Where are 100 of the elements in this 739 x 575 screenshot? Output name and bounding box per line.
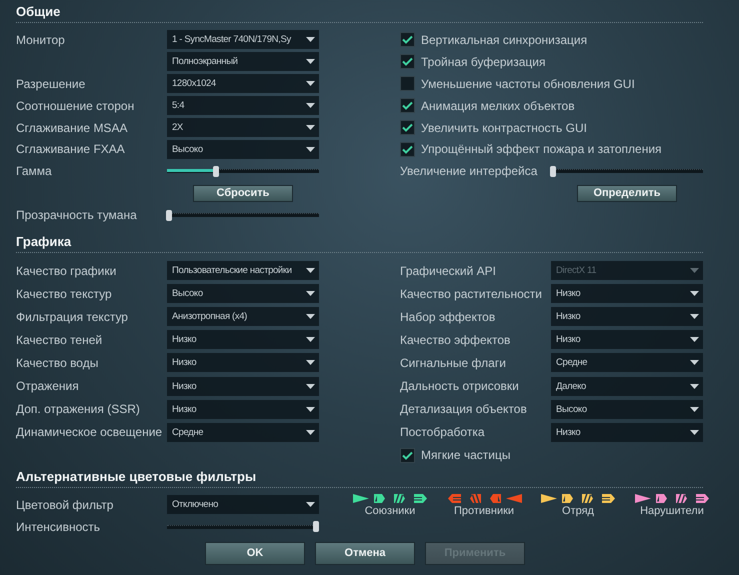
caret-icon: [306, 103, 315, 108]
checkbox-label: Мягкие частицы: [421, 448, 510, 462]
slider[interactable]: [167, 166, 319, 177]
setting-label: Интенсивность: [16, 520, 102, 534]
caret-icon: [690, 360, 699, 366]
setting-label: Сглаживание FXAA: [16, 142, 126, 156]
slider-thumb[interactable]: [213, 166, 220, 177]
checkbox-label: Увеличить контрастность GUI: [421, 120, 587, 134]
section-title: Графика: [16, 234, 72, 250]
setting-label: Качество растительности: [400, 286, 544, 301]
action-button[interactable]: Сбросить: [193, 184, 293, 202]
action-button[interactable]: Определить: [577, 184, 677, 202]
setting-label: Сигнальные флаги: [400, 356, 507, 370]
dropdown[interactable]: Высоко: [167, 284, 319, 304]
setting-label: Набор эффектов: [400, 310, 496, 324]
setting-label: Качество воды: [16, 356, 100, 370]
caret-icon: [690, 314, 699, 320]
dropdown[interactable]: Пользовательские настройки: [167, 261, 319, 280]
caret-icon: [306, 314, 315, 320]
dropdown[interactable]: Средне: [167, 422, 319, 442]
legend-label: Союзники: [364, 504, 416, 517]
caret-icon: [306, 291, 315, 296]
dropdown[interactable]: Низко: [551, 284, 703, 304]
setting-label: Увеличение интерфейса: [400, 164, 538, 178]
caret-icon: [306, 268, 315, 274]
checkbox-label: Уменьшение частоты обновления GUI: [421, 76, 635, 91]
checkbox[interactable]: [400, 76, 415, 92]
caret-icon: [306, 360, 315, 366]
setting-label: Качество графики: [16, 264, 118, 278]
slider-thumb[interactable]: [313, 521, 319, 532]
checkbox-label: Тройная буферизация: [421, 54, 546, 69]
caret-icon: [306, 125, 315, 130]
dropdown[interactable]: Далеко: [551, 376, 703, 396]
dropdown[interactable]: Низко: [167, 376, 319, 396]
checkbox[interactable]: [400, 54, 415, 70]
dropdown[interactable]: 1 - SyncMaster 740N/179N,Sy: [167, 30, 319, 50]
caret-icon: [690, 384, 699, 389]
slider[interactable]: [551, 166, 703, 177]
dropdown[interactable]: Отключено: [167, 495, 319, 514]
caret-icon: [306, 430, 315, 435]
checkbox-label: Упрощённый эффект пожара и затопления: [421, 142, 662, 156]
dropdown[interactable]: Средне: [551, 353, 703, 372]
slider-thumb[interactable]: [550, 166, 556, 177]
dropdown[interactable]: Полноэкранный: [167, 52, 319, 72]
caret-icon: [690, 268, 699, 274]
dropdown[interactable]: Низко: [551, 330, 703, 350]
dropdown[interactable]: Анизотропная (x4): [167, 307, 319, 326]
checkbox-label: Анимация мелких объектов: [421, 98, 575, 113]
dropdown[interactable]: 5:4: [167, 96, 319, 116]
checkbox[interactable]: [400, 142, 415, 157]
dropdown[interactable]: 1280x1024: [167, 74, 319, 94]
dropdown[interactable]: 2X: [167, 118, 319, 137]
dropdown[interactable]: Низко: [551, 422, 703, 442]
dropdown[interactable]: Низко: [167, 330, 319, 350]
caret-icon: [306, 502, 315, 508]
checkbox[interactable]: [400, 32, 415, 48]
setting-label: Доп. отражения (SSR): [16, 402, 141, 416]
setting-label: Прозрачность тумана: [16, 208, 138, 222]
caret-icon: [690, 337, 699, 342]
caret-icon: [690, 430, 699, 435]
check-icon: [402, 144, 413, 154]
checkbox[interactable]: [400, 98, 415, 114]
setting-label: Отражения: [16, 379, 80, 394]
slider[interactable]: [167, 521, 319, 532]
caret-icon: [690, 406, 699, 412]
checkbox[interactable]: [400, 448, 415, 463]
dropdown[interactable]: Низко: [167, 353, 319, 372]
checkbox[interactable]: [400, 120, 415, 135]
dropdown[interactable]: Низко: [551, 307, 703, 326]
setting-label: Разрешение: [16, 76, 86, 91]
setting-label: Качество теней: [16, 332, 104, 347]
setting-label: Монитор: [16, 32, 66, 47]
setting-label: Постобработка: [400, 425, 486, 440]
dropdown[interactable]: Высоко: [551, 400, 703, 419]
caret-icon: [306, 59, 315, 64]
setting-label: Соотношение сторон: [16, 98, 136, 113]
setting-label: Гамма: [16, 164, 53, 178]
setting-label: Графический API: [400, 264, 498, 278]
dialog-button[interactable]: Отмена: [315, 542, 415, 565]
legend-label: Нарушители: [640, 504, 704, 517]
check-icon: [402, 35, 413, 44]
setting-label: Качество текстур: [16, 286, 113, 301]
slider-thumb[interactable]: [166, 210, 172, 221]
caret-icon: [306, 406, 315, 412]
caret-icon: [306, 384, 315, 389]
setting-label: Качество эффектов: [400, 332, 512, 347]
check-icon: [402, 101, 413, 110]
slider[interactable]: [167, 210, 319, 221]
dialog-button[interactable]: OK: [205, 542, 305, 565]
caret-icon: [690, 291, 699, 296]
caret-icon: [306, 337, 315, 342]
dropdown[interactable]: Низко: [167, 400, 319, 419]
setting-label: Динамическое освещение: [16, 425, 164, 440]
caret-icon: [306, 81, 315, 86]
check-icon: [402, 450, 413, 460]
dropdown[interactable]: Высоко: [167, 140, 319, 159]
legend-label: Отряд: [562, 504, 594, 517]
caret-icon: [306, 37, 315, 42]
section-title: Общие: [16, 4, 60, 19]
setting-label: Дальность отрисовки: [400, 379, 520, 394]
